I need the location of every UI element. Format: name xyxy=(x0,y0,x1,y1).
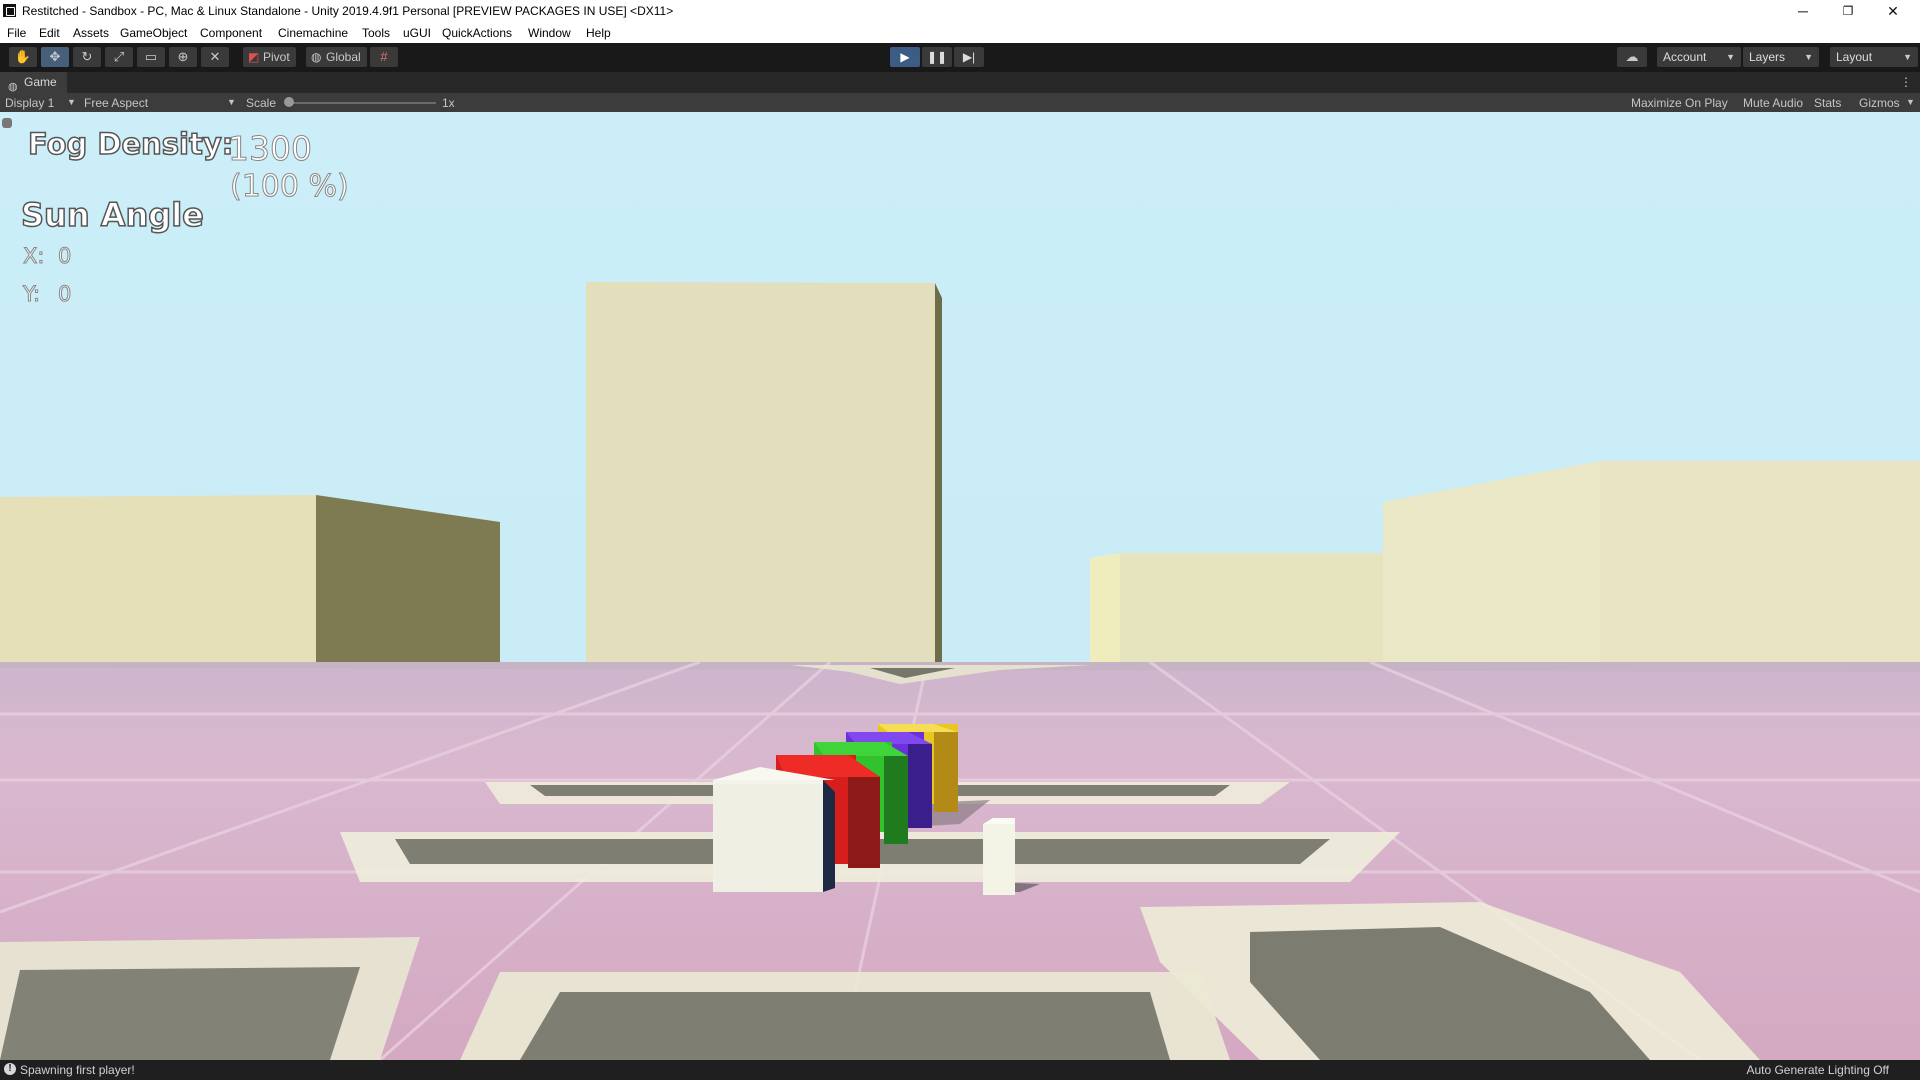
building-right-tall xyxy=(1600,461,1920,662)
pivot-icon: ◩ xyxy=(248,50,260,64)
sun-angle-y-label: Y: xyxy=(22,282,41,307)
rotate-icon: ↻ xyxy=(81,49,93,64)
minimize-button[interactable]: ─ xyxy=(1781,0,1825,22)
sun-angle-y-value: 0 xyxy=(57,282,72,307)
building-left-shadow xyxy=(316,495,500,662)
pause-button[interactable]: ❚❚ xyxy=(922,47,952,67)
menu-bar: File Edit Assets GameObject Component Ci… xyxy=(0,23,1920,43)
building-right-slope xyxy=(1383,461,1600,662)
menu-window[interactable]: Window xyxy=(528,26,571,40)
scale-value: 1x xyxy=(442,96,455,110)
display-dropdown[interactable]: Display 1 xyxy=(5,96,54,110)
chevron-down-icon: ▼ xyxy=(1906,97,1915,107)
move-icon: ✥ xyxy=(49,49,61,64)
chevron-down-icon: ▼ xyxy=(227,97,236,107)
collab-cloud-button[interactable]: ☁ xyxy=(1617,47,1647,67)
window-title: Restitched - Sandbox - PC, Mac & Linux S… xyxy=(22,4,674,18)
building-left-front xyxy=(0,495,316,662)
chevron-down-icon: ▼ xyxy=(1903,52,1912,62)
chevron-down-icon: ▼ xyxy=(1804,52,1813,62)
tools-icon: ✕ xyxy=(209,49,221,64)
snap-grid-button[interactable]: # xyxy=(370,47,398,67)
scale-icon: ⤢ xyxy=(113,49,125,64)
stats-toggle[interactable]: Stats xyxy=(1814,96,1841,110)
cloud-icon: ☁ xyxy=(1625,49,1639,64)
scale-slider-track[interactable] xyxy=(288,102,436,104)
small-white-block xyxy=(983,818,1015,895)
pivot-toggle[interactable]: ◩ Pivot xyxy=(243,47,296,67)
chevron-down-icon: ▼ xyxy=(67,97,76,107)
menu-cinemachine[interactable]: Cinemachine xyxy=(278,26,348,40)
lighting-status[interactable]: Auto Generate Lighting Off xyxy=(1746,1063,1889,1077)
pivot-label: Pivot xyxy=(263,50,290,64)
menu-file[interactable]: File xyxy=(7,26,26,40)
menu-component[interactable]: Component xyxy=(200,26,262,40)
play-icon: ▶ xyxy=(900,50,910,64)
pause-icon: ❚❚ xyxy=(926,50,948,64)
maximize-on-play-toggle[interactable]: Maximize On Play xyxy=(1631,96,1728,110)
mute-audio-toggle[interactable]: Mute Audio xyxy=(1743,96,1803,110)
gizmos-dropdown[interactable]: Gizmos xyxy=(1859,96,1900,110)
menu-gameobject[interactable]: GameObject xyxy=(120,26,187,40)
scale-tool-button[interactable]: ⤢ xyxy=(105,47,133,67)
menu-ugui[interactable]: uGUI xyxy=(403,26,431,40)
layers-label: Layers xyxy=(1749,50,1786,64)
hand-icon: ✋ xyxy=(14,49,32,64)
layers-dropdown[interactable]: Layers ▼ xyxy=(1743,47,1819,67)
cube-white xyxy=(713,767,835,892)
status-message[interactable]: Spawning first player! xyxy=(20,1063,135,1077)
rect-icon: ▭ xyxy=(144,49,158,64)
building-center xyxy=(586,282,935,662)
global-label: Global xyxy=(326,50,361,64)
scale-slider-handle[interactable] xyxy=(284,97,294,107)
move-tool-button[interactable]: ✥ xyxy=(41,47,69,67)
account-label: Account xyxy=(1663,50,1707,64)
sun-angle-x-value: 0 xyxy=(57,244,72,269)
menu-edit[interactable]: Edit xyxy=(39,26,60,40)
game-control-bar: Display 1 ▼ Free Aspect ▼ Scale 1x Maxim… xyxy=(0,93,1920,112)
tab-game-label: Game xyxy=(24,75,57,89)
menu-tools[interactable]: Tools xyxy=(362,26,390,40)
account-dropdown[interactable]: Account ▼ xyxy=(1657,47,1741,67)
aspect-dropdown[interactable]: Free Aspect xyxy=(84,96,148,110)
step-button[interactable]: ▶| xyxy=(954,47,984,67)
global-toggle[interactable]: ◍ Global xyxy=(306,47,367,67)
layout-label: Layout xyxy=(1836,50,1873,64)
tab-game[interactable]: ◍ Game xyxy=(0,72,67,93)
overlay-handle-icon xyxy=(2,118,12,128)
rect-tool-button[interactable]: ▭ xyxy=(137,47,165,67)
fog-density-percent: (100 %) xyxy=(230,169,350,205)
game-window-header: ◍ Game ⋮ xyxy=(0,72,1920,94)
unity-logo-icon xyxy=(3,4,16,17)
title-bar: Restitched - Sandbox - PC, Mac & Linux S… xyxy=(0,0,1920,23)
layout-dropdown[interactable]: Layout ▼ xyxy=(1830,47,1918,67)
status-bar: ! Spawning first player! Auto Generate L… xyxy=(0,1060,1920,1080)
transform-tool-button[interactable]: ⊕ xyxy=(169,47,197,67)
sun-angle-label: Sun Angle xyxy=(20,195,204,235)
hand-tool-button[interactable]: ✋ xyxy=(9,47,37,67)
game-viewport[interactable]: Fog Density: 1300 (100 %) Sun Angle X: 0… xyxy=(0,112,1920,1060)
custom-tool-button[interactable]: ✕ xyxy=(201,47,229,67)
game-scene xyxy=(0,282,1920,1060)
chevron-down-icon: ▼ xyxy=(1726,52,1735,62)
fog-density-value: 1300 xyxy=(228,129,313,169)
info-icon: ! xyxy=(4,1063,16,1075)
menu-help[interactable]: Help xyxy=(586,26,611,40)
play-button[interactable]: ▶ xyxy=(890,47,920,67)
transform-icon: ⊕ xyxy=(177,49,189,64)
fog-density-label: Fog Density: xyxy=(27,126,234,162)
step-icon: ▶| xyxy=(962,50,976,64)
scale-label: Scale xyxy=(246,96,277,110)
menu-quickactions[interactable]: QuickActions xyxy=(442,26,512,40)
grid-snap-icon: # xyxy=(380,49,388,64)
sun-angle-x-label: X: xyxy=(22,244,45,269)
close-button[interactable]: ✕ xyxy=(1871,0,1915,22)
globe-icon: ◍ xyxy=(311,50,322,64)
main-toolbar: ✋ ✥ ↻ ⤢ ▭ ⊕ ✕ ◩ Pivot ◍ Global # ▶ ❚❚ ▶|… xyxy=(0,43,1920,72)
building-right-low xyxy=(1120,553,1383,662)
rotate-tool-button[interactable]: ↻ xyxy=(73,47,101,67)
more-options-icon[interactable]: ⋮ xyxy=(1900,75,1912,89)
menu-assets[interactable]: Assets xyxy=(73,26,109,40)
maximize-button[interactable]: ❐ xyxy=(1826,0,1870,22)
